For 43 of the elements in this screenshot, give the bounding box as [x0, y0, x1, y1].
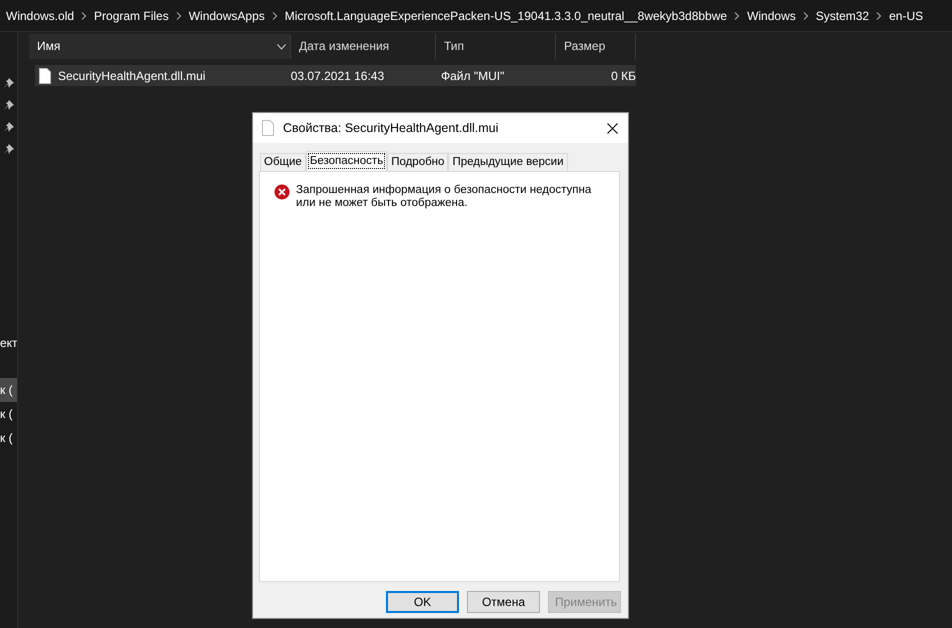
- pin-icon[interactable]: [4, 122, 14, 132]
- breadcrumb-item[interactable]: Program Files: [94, 8, 169, 22]
- chevron-icon: [876, 12, 882, 20]
- size-cell-text: 0 КБ: [610, 68, 636, 82]
- date-cell-text: 03.07.2021 16:43: [290, 68, 386, 82]
- dialog-button[interactable]: OK: [386, 591, 459, 613]
- nav-item[interactable]: ект: [0, 331, 17, 355]
- tab[interactable]: Безопасность: [306, 151, 388, 171]
- pin-icon[interactable]: [4, 78, 14, 88]
- tab[interactable]: Общие: [260, 153, 306, 171]
- tab[interactable]: Предыдущие версии: [448, 153, 568, 171]
- nav-item[interactable]: к (: [0, 426, 17, 450]
- error-icon: [274, 184, 290, 200]
- breadcrumb-item[interactable]: Windows: [747, 8, 796, 22]
- tab[interactable]: Подробно: [387, 153, 448, 171]
- file-row[interactable]: SecurityHealthAgent.dll.mui 03.07.2021 16:43 Файл "MUI" 0 КБ: [35, 65, 636, 86]
- nav-item[interactable]: к (: [0, 378, 17, 402]
- file-icon: [39, 68, 51, 84]
- file-name: SecurityHealthAgent.dll.mui: [58, 68, 206, 82]
- file-icon: [262, 120, 274, 136]
- pin-icon[interactable]: [4, 100, 14, 110]
- error-message: Запрошенная информация о безопасности недоступна или не может быть отображена.: [296, 184, 592, 210]
- dialog-title: Свойства: SecurityHealthAgent.dll.mui: [283, 121, 500, 135]
- breadcrumb-item[interactable]: System32: [816, 8, 870, 22]
- breadcrumb-item[interactable]: WindowsApps: [188, 8, 265, 22]
- chevron-icon: [81, 12, 88, 20]
- pin-icon[interactable]: [4, 144, 14, 154]
- column-header[interactable]: Имя: [29, 34, 291, 59]
- chevron-icon: [734, 12, 740, 20]
- chevron-icon: [176, 12, 182, 20]
- breadcrumb-item[interactable]: Windows.old: [6, 8, 74, 22]
- column-header[interactable]: Размер: [556, 34, 636, 59]
- close-icon[interactable]: [607, 122, 618, 134]
- type-cell-text: Файл "MUI": [440, 68, 506, 82]
- dropdown-icon[interactable]: [277, 44, 286, 50]
- chevron-icon: [272, 12, 278, 20]
- breadcrumb-item[interactable]: Microsoft.LanguageExperiencePacken-US_19041.3.3.0_neutral__8wekyb3d8bbwe: [284, 8, 728, 22]
- chevron-icon: [802, 12, 809, 20]
- column-header[interactable]: Тип: [436, 34, 556, 59]
- breadcrumb-item[interactable]: en-US: [889, 8, 924, 22]
- nav-item[interactable]: к (: [0, 402, 17, 426]
- dialog-button[interactable]: Отмена: [467, 591, 540, 613]
- column-header[interactable]: Дата изменения: [291, 34, 436, 59]
